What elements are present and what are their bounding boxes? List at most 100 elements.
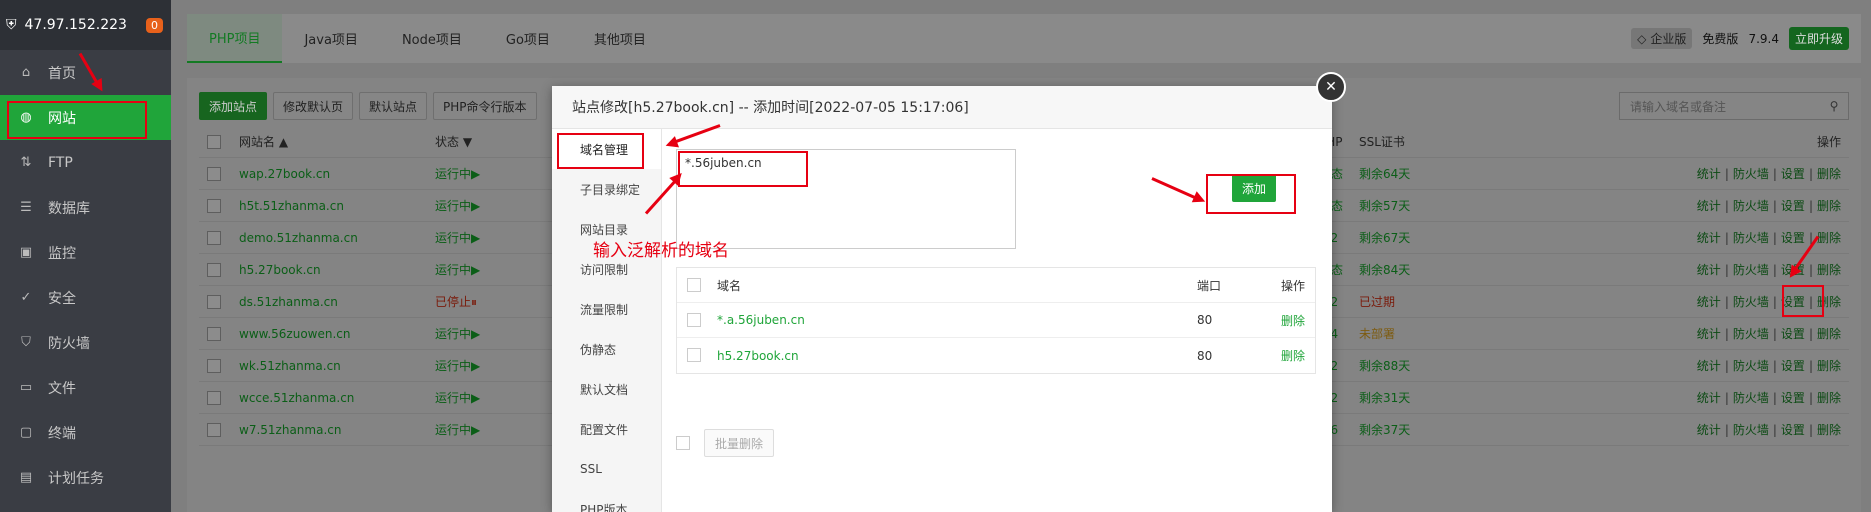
- row-checkbox[interactable]: [207, 231, 221, 245]
- site-ssl[interactable]: 剩余37天: [1359, 421, 1410, 438]
- row-checkbox[interactable]: [207, 167, 221, 181]
- op-link[interactable]: 删除: [1817, 327, 1841, 341]
- site-status[interactable]: 运行中▶: [435, 357, 480, 374]
- delete-domain-button[interactable]: 删除: [1281, 347, 1305, 364]
- batch-delete-button[interactable]: 批量删除: [704, 429, 775, 457]
- php-cli-version-button[interactable]: PHP命令行版本: [433, 92, 537, 120]
- menu-default-doc[interactable]: 默认文档: [552, 369, 661, 409]
- domain-checkbox[interactable]: [687, 348, 701, 362]
- domain-input[interactable]: [676, 149, 1016, 249]
- menu-traffic-limit[interactable]: 流量限制: [552, 289, 661, 329]
- sidebar-item-terminal[interactable]: ▢ 终端: [0, 410, 171, 455]
- domain-name[interactable]: *.a.56juben.cn: [717, 313, 805, 327]
- site-status[interactable]: 运行中▶: [435, 165, 480, 182]
- op-link[interactable]: 删除: [1817, 391, 1841, 405]
- tab-other[interactable]: 其他项目: [572, 14, 668, 63]
- sidebar-item-files[interactable]: ▭ 文件: [0, 365, 171, 410]
- site-ssl[interactable]: 剩余88天: [1359, 357, 1410, 374]
- search-input[interactable]: 请输入域名或备注 ⚲: [1619, 92, 1849, 120]
- op-link[interactable]: 设置: [1781, 295, 1805, 309]
- row-checkbox[interactable]: [207, 359, 221, 373]
- op-link[interactable]: 统计: [1697, 423, 1721, 437]
- enterprise-badge[interactable]: ◇ 企业版: [1631, 28, 1693, 49]
- row-checkbox[interactable]: [207, 263, 221, 277]
- site-name[interactable]: demo.51zhanma.cn: [239, 231, 358, 245]
- tab-go[interactable]: Go项目: [484, 14, 572, 63]
- site-name[interactable]: w7.51zhanma.cn: [239, 423, 341, 437]
- sidebar-item-home[interactable]: ⌂ 首页: [0, 50, 171, 95]
- menu-ssl[interactable]: SSL: [552, 449, 661, 489]
- edit-default-page-button[interactable]: 修改默认页: [273, 92, 354, 120]
- site-status[interactable]: 已停止⏸: [435, 293, 477, 310]
- op-link[interactable]: 设置: [1781, 167, 1805, 181]
- col-name[interactable]: 网站名 ▲: [239, 133, 288, 150]
- row-checkbox[interactable]: [207, 391, 221, 405]
- op-link[interactable]: 防火墙: [1733, 199, 1769, 213]
- op-link[interactable]: 设置: [1781, 391, 1805, 405]
- domain-name[interactable]: h5.27book.cn: [717, 349, 799, 363]
- op-link[interactable]: 删除: [1817, 359, 1841, 373]
- op-link[interactable]: 防火墙: [1733, 359, 1769, 373]
- site-ssl[interactable]: 已过期: [1359, 293, 1395, 310]
- upgrade-button[interactable]: 立即升级: [1788, 27, 1849, 50]
- op-link[interactable]: 设置: [1781, 199, 1805, 213]
- op-link[interactable]: 防火墙: [1733, 167, 1769, 181]
- site-status[interactable]: 运行中▶: [435, 229, 480, 246]
- op-link[interactable]: 统计: [1697, 391, 1721, 405]
- site-status[interactable]: 运行中▶: [435, 389, 480, 406]
- site-status[interactable]: 运行中▶: [435, 421, 480, 438]
- op-link[interactable]: 统计: [1697, 359, 1721, 373]
- sidebar-item-ftp[interactable]: ⇅ FTP: [0, 140, 171, 185]
- site-ssl[interactable]: 未部署: [1359, 325, 1395, 342]
- op-link[interactable]: 防火墙: [1733, 231, 1769, 245]
- tab-node[interactable]: Node项目: [380, 14, 484, 63]
- site-name[interactable]: wk.51zhanma.cn: [239, 359, 341, 373]
- sidebar-item-monitor[interactable]: ▣ 监控: [0, 230, 171, 275]
- op-link[interactable]: 设置: [1781, 231, 1805, 245]
- site-ssl[interactable]: 剩余64天: [1359, 165, 1410, 182]
- menu-subdir-binding[interactable]: 子目录绑定: [552, 169, 661, 209]
- site-name[interactable]: www.56zuowen.cn: [239, 327, 351, 341]
- op-link[interactable]: 设置: [1781, 359, 1805, 373]
- site-name[interactable]: ds.51zhanma.cn: [239, 295, 338, 309]
- sidebar-item-cron[interactable]: ▤ 计划任务: [0, 455, 171, 500]
- op-link[interactable]: 统计: [1697, 231, 1721, 245]
- site-name[interactable]: h5t.51zhanma.cn: [239, 199, 344, 213]
- op-link[interactable]: 防火墙: [1733, 295, 1769, 309]
- site-status[interactable]: 运行中▶: [435, 261, 480, 278]
- op-link[interactable]: 删除: [1817, 231, 1841, 245]
- add-domain-button[interactable]: 添加: [1232, 174, 1276, 202]
- menu-php-version[interactable]: PHP版本: [552, 489, 661, 512]
- row-checkbox[interactable]: [207, 295, 221, 309]
- op-link[interactable]: 设置: [1781, 327, 1805, 341]
- op-link[interactable]: 删除: [1817, 423, 1841, 437]
- op-link[interactable]: 防火墙: [1733, 391, 1769, 405]
- site-name[interactable]: wcce.51zhanma.cn: [239, 391, 354, 405]
- menu-domain-management[interactable]: 域名管理: [552, 129, 661, 169]
- close-icon[interactable]: ✕: [1316, 72, 1346, 102]
- sidebar-item-firewall[interactable]: ⛉ 防火墙: [0, 320, 171, 365]
- row-checkbox[interactable]: [207, 327, 221, 341]
- row-checkbox[interactable]: [207, 199, 221, 213]
- op-link[interactable]: 防火墙: [1733, 263, 1769, 277]
- op-link[interactable]: 统计: [1697, 167, 1721, 181]
- site-status[interactable]: 运行中▶: [435, 197, 480, 214]
- default-site-button[interactable]: 默认站点: [359, 92, 428, 120]
- site-status[interactable]: 运行中▶: [435, 325, 480, 342]
- op-link[interactable]: 删除: [1817, 295, 1841, 309]
- sidebar-item-database[interactable]: ☰ 数据库: [0, 185, 171, 230]
- batch-select-checkbox[interactable]: [676, 436, 690, 450]
- site-ssl[interactable]: 剩余57天: [1359, 197, 1410, 214]
- site-name[interactable]: h5.27book.cn: [239, 263, 321, 277]
- site-name[interactable]: wap.27book.cn: [239, 167, 330, 181]
- op-link[interactable]: 删除: [1817, 167, 1841, 181]
- op-link[interactable]: 统计: [1697, 327, 1721, 341]
- tab-php[interactable]: PHP项目: [187, 14, 283, 63]
- delete-domain-button[interactable]: 删除: [1281, 312, 1305, 329]
- op-link[interactable]: 删除: [1817, 199, 1841, 213]
- op-link[interactable]: 统计: [1697, 295, 1721, 309]
- menu-config-file[interactable]: 配置文件: [552, 409, 661, 449]
- tab-java[interactable]: Java项目: [282, 14, 379, 63]
- op-link[interactable]: 设置: [1781, 423, 1805, 437]
- site-ssl[interactable]: 剩余84天: [1359, 261, 1410, 278]
